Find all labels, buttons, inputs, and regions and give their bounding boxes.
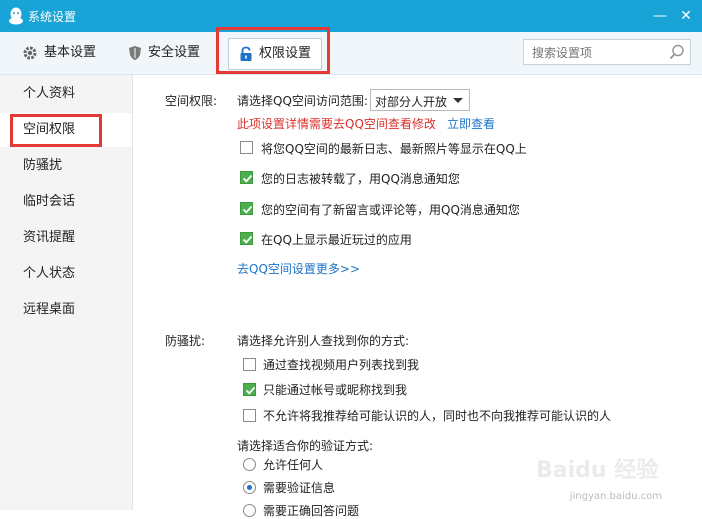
radio-require-answer[interactable] — [243, 504, 256, 517]
sidebar-item-profile[interactable]: 个人资料 — [0, 77, 132, 111]
checkmark-icon — [242, 205, 253, 214]
sidebar-item-news-alert[interactable]: 资讯提醒 — [0, 221, 132, 255]
title-bar: 系统设置 — ✕ — [0, 0, 702, 32]
red-highlight-box — [10, 114, 102, 147]
space-section-label: 空间权限: — [165, 94, 218, 108]
search-box[interactable] — [523, 39, 691, 65]
tab-label: 安全设置 — [148, 45, 201, 60]
checkbox-find-via-account[interactable] — [243, 383, 256, 396]
option-label: 允许任何人 — [263, 458, 324, 472]
option-label: 您的空间有了新留言或评论等，用QQ消息通知您 — [261, 203, 520, 217]
sidebar-item-remote-desktop[interactable]: 远程桌面 — [0, 293, 132, 327]
search-icon[interactable] — [668, 43, 686, 61]
tab-security-settings[interactable]: 安全设置 — [128, 38, 200, 68]
search-input[interactable] — [530, 43, 664, 63]
baidu-jingyan-watermark: Baidu 经验 — [536, 457, 658, 483]
option-label: 您的日志被转载了，用QQ消息通知您 — [261, 172, 460, 186]
tab-basic-settings[interactable]: 基本设置 — [22, 38, 96, 68]
find-me-prompt: 请选择允许别人查找到你的方式: — [237, 334, 410, 348]
watermark-url: jingyan.baidu.com — [569, 491, 662, 502]
sidebar-item-personal-status[interactable]: 个人状态 — [0, 257, 132, 291]
access-scope-prompt: 请选择QQ空间访问范围: — [237, 94, 368, 108]
option-label: 只能通过帐号或昵称找到我 — [263, 383, 408, 397]
gear-icon — [23, 46, 37, 59]
option-label: 需要验证信息 — [263, 481, 336, 495]
watermark-text: Baidu 经验 — [536, 457, 658, 483]
option-label: 需要正确回答问题 — [263, 504, 360, 518]
option-label: 在QQ上显示最近玩过的应用 — [261, 233, 412, 247]
red-highlight-box — [216, 27, 330, 74]
view-now-link[interactable]: 立即查看 — [447, 115, 495, 132]
minimize-button[interactable]: — — [650, 6, 670, 26]
antiharass-section-label: 防骚扰: — [165, 334, 206, 348]
option-label: 将您QQ空间的最新日志、最新照片等显示在QQ上 — [261, 142, 527, 156]
sidebar-item-temp-session[interactable]: 临时会话 — [0, 185, 132, 219]
access-scope-select[interactable]: 对部分人开放 — [370, 89, 470, 111]
qq-penguin-icon — [9, 7, 23, 25]
window-title: 系统设置 — [28, 10, 77, 24]
option-label: 不允许将我推荐给可能认识的人，同时也不向我推荐可能认识的人 — [263, 409, 612, 423]
chevron-down-icon — [453, 98, 463, 103]
checkmark-icon — [245, 386, 256, 395]
option-label: 通过查找视频用户列表找到我 — [263, 358, 420, 372]
checkmark-icon — [242, 235, 253, 244]
checkbox-no-recommend[interactable] — [243, 409, 256, 422]
checkbox-find-via-video-list[interactable] — [243, 358, 256, 371]
sidebar-item-anti-harassment[interactable]: 防骚扰 — [0, 149, 132, 183]
tab-label: 基本设置 — [44, 45, 97, 60]
radio-require-verification[interactable] — [243, 481, 256, 494]
checkbox-show-latest-posts[interactable] — [240, 141, 253, 154]
access-scope-value: 对部分人开放 — [375, 95, 448, 109]
checkmark-icon — [242, 174, 253, 183]
checkbox-show-recent-apps[interactable] — [240, 232, 253, 245]
checkbox-notify-comments[interactable] — [240, 202, 253, 215]
close-button[interactable]: ✕ — [676, 6, 696, 26]
verify-method-prompt: 请选择适合你的验证方式: — [237, 439, 374, 453]
space-notice-text: 此项设置详情需要去QQ空间查看修改 — [237, 117, 436, 131]
more-space-settings-link[interactable]: 去QQ空间设置更多>> — [237, 260, 360, 277]
shield-icon — [129, 45, 141, 60]
checkbox-notify-repost[interactable] — [240, 171, 253, 184]
radio-allow-anyone[interactable] — [243, 458, 256, 471]
